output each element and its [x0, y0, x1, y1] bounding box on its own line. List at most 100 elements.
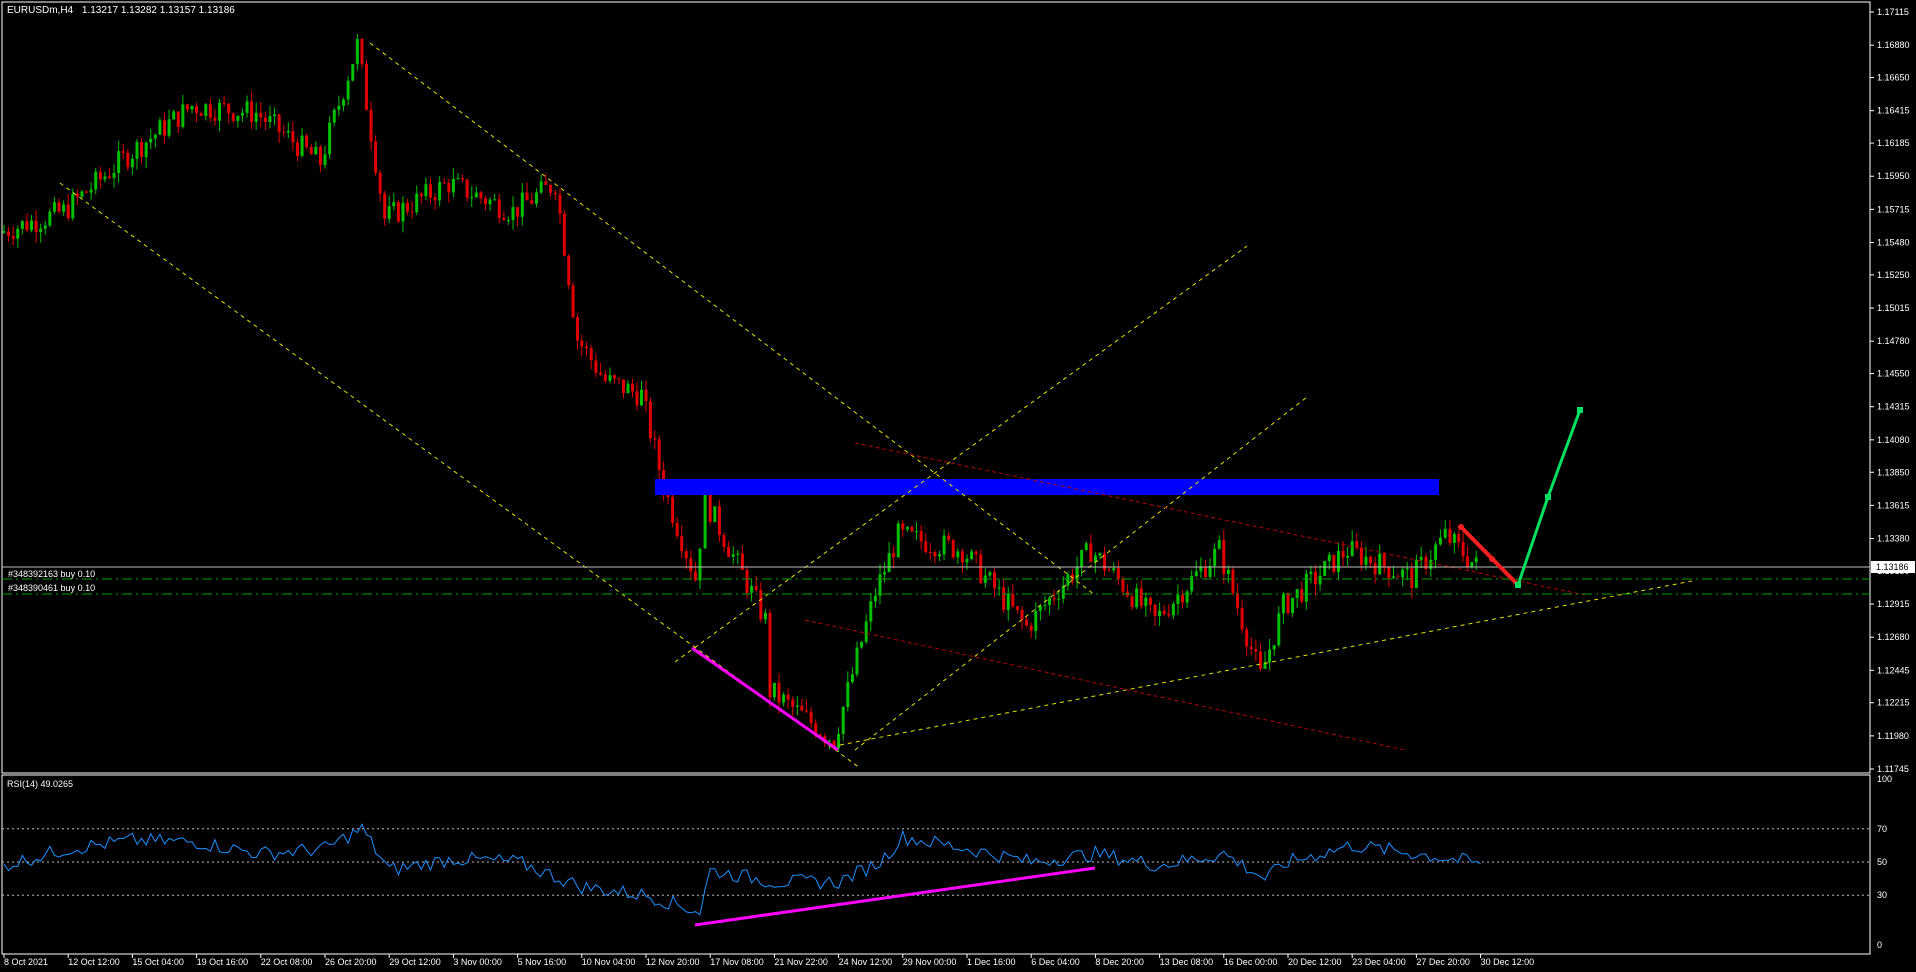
candle-body	[1171, 603, 1175, 616]
candle-body	[562, 213, 566, 256]
chart-window[interactable]: #348392163 buy 0.10 #348390461 buy 0.10 …	[0, 0, 1916, 972]
candle-body	[181, 104, 185, 127]
rsi-axis-label: 0	[1877, 940, 1882, 950]
candle-body	[80, 191, 84, 197]
candle-body	[52, 202, 56, 212]
candle-body	[786, 694, 790, 700]
candle-body	[1346, 555, 1350, 558]
candle-body	[470, 197, 474, 199]
candle-body	[1355, 541, 1359, 548]
candle-body	[1176, 594, 1180, 604]
candle-body	[805, 710, 808, 712]
time-tick-label: 21 Nov 22:00	[774, 957, 828, 967]
projection-node-3	[1577, 407, 1583, 413]
channel-upper-line[interactable]	[854, 442, 1586, 596]
rsi-axis: 100 70 50 30 0	[1877, 774, 1892, 950]
candle-body	[387, 206, 391, 219]
candle-body	[75, 193, 79, 197]
resistance-zone[interactable]	[655, 479, 1439, 495]
current-price-tag-text: 1.13186	[1876, 562, 1909, 572]
candle-body	[1332, 554, 1336, 572]
candle-body	[291, 131, 295, 143]
price-axis[interactable]: 1.17115 1.16880 1.16650 1.16415 1.16185 1.159…	[1870, 7, 1910, 774]
price-tick-label: 1.12915	[1877, 599, 1910, 609]
candle-body	[731, 554, 735, 557]
candle-body	[855, 647, 859, 675]
candle-body	[1419, 556, 1423, 560]
price-tick-label: 1.12215	[1877, 698, 1910, 708]
candle-body	[346, 80, 350, 100]
candle-body	[613, 375, 616, 379]
candle-body	[703, 491, 707, 549]
trendline-rising-support[interactable]	[839, 580, 1693, 746]
order-label-2: #348390461 buy 0.10	[8, 583, 95, 593]
candle-body	[800, 705, 804, 711]
candle-body	[245, 101, 249, 113]
trendline-rising-1[interactable]	[674, 245, 1248, 663]
channel-lower-line[interactable]	[804, 619, 1406, 751]
candle-body	[901, 523, 905, 530]
time-tick-label: 8 Dec 20:00	[1095, 957, 1144, 967]
candle-body	[571, 285, 575, 318]
candle-body	[1245, 629, 1249, 647]
rsi-divergence-line[interactable]	[694, 866, 1096, 927]
candle-body	[745, 569, 749, 593]
chart-ohlc-values: 1.13217 1.13282 1.13157 1.13186	[82, 5, 235, 16]
price-tick-label: 1.15715	[1877, 204, 1910, 214]
candle-body	[479, 192, 483, 199]
candle-body	[947, 535, 951, 541]
candle-body	[1052, 597, 1056, 600]
candle-body	[236, 115, 240, 121]
candle-body	[144, 142, 148, 158]
candle-body	[185, 104, 189, 110]
candle-body	[1414, 559, 1418, 589]
candle-body	[222, 102, 226, 104]
yellow-trendlines[interactable]	[59, 42, 1693, 769]
candle-body	[323, 154, 327, 165]
candle-body	[1323, 561, 1327, 576]
candle-body	[937, 554, 941, 557]
price-tick-label: 1.13615	[1877, 500, 1910, 510]
candle-body	[62, 204, 66, 212]
candle-body	[549, 184, 553, 193]
candle-body	[190, 106, 194, 110]
rsi-label: RSI(14) 49.0265	[7, 779, 73, 789]
candle-body	[488, 199, 492, 205]
candle-body	[1011, 594, 1015, 607]
candle-body	[57, 202, 61, 212]
candle-body	[795, 705, 799, 707]
candle-body	[98, 171, 102, 180]
candle-body	[493, 199, 497, 201]
candle-body	[736, 553, 740, 555]
time-tick-label: 1 Dec 16:00	[967, 957, 1016, 967]
candle-body	[342, 99, 345, 106]
price-tick-label: 1.13850	[1877, 467, 1910, 477]
candle-body	[666, 494, 670, 498]
rsi-axis-label: 70	[1877, 824, 1887, 834]
candle-body	[1318, 575, 1322, 585]
time-axis[interactable]: 8 Oct 2021 12 Oct 12:00 15 Oct 04:00 19 Oct…	[3, 954, 1534, 967]
candle-body	[497, 199, 501, 219]
candle-body	[218, 102, 222, 121]
candle-body	[1048, 597, 1052, 606]
candle-body	[167, 119, 171, 136]
candle-body	[759, 589, 763, 620]
candle-body	[675, 522, 679, 537]
candle-body	[1434, 544, 1438, 560]
trendline-upper-descending[interactable]	[369, 42, 1096, 596]
candle-body	[1410, 568, 1414, 589]
candle-body	[438, 182, 442, 201]
candle-body	[369, 109, 373, 142]
candle-body	[740, 553, 744, 570]
candle-body	[415, 193, 419, 213]
price-tick-label: 1.14080	[1877, 435, 1910, 445]
candle-body	[1107, 570, 1111, 572]
candle-body	[1203, 566, 1207, 577]
trendline-rising-2[interactable]	[854, 396, 1308, 751]
candle-body	[525, 192, 529, 201]
candle-body	[314, 146, 318, 155]
time-tick-label: 13 Dec 08:00	[1160, 957, 1214, 967]
price-divergence-line[interactable]	[691, 646, 839, 752]
price-tick-label: 1.15015	[1877, 303, 1910, 313]
candle-body	[1190, 576, 1194, 592]
